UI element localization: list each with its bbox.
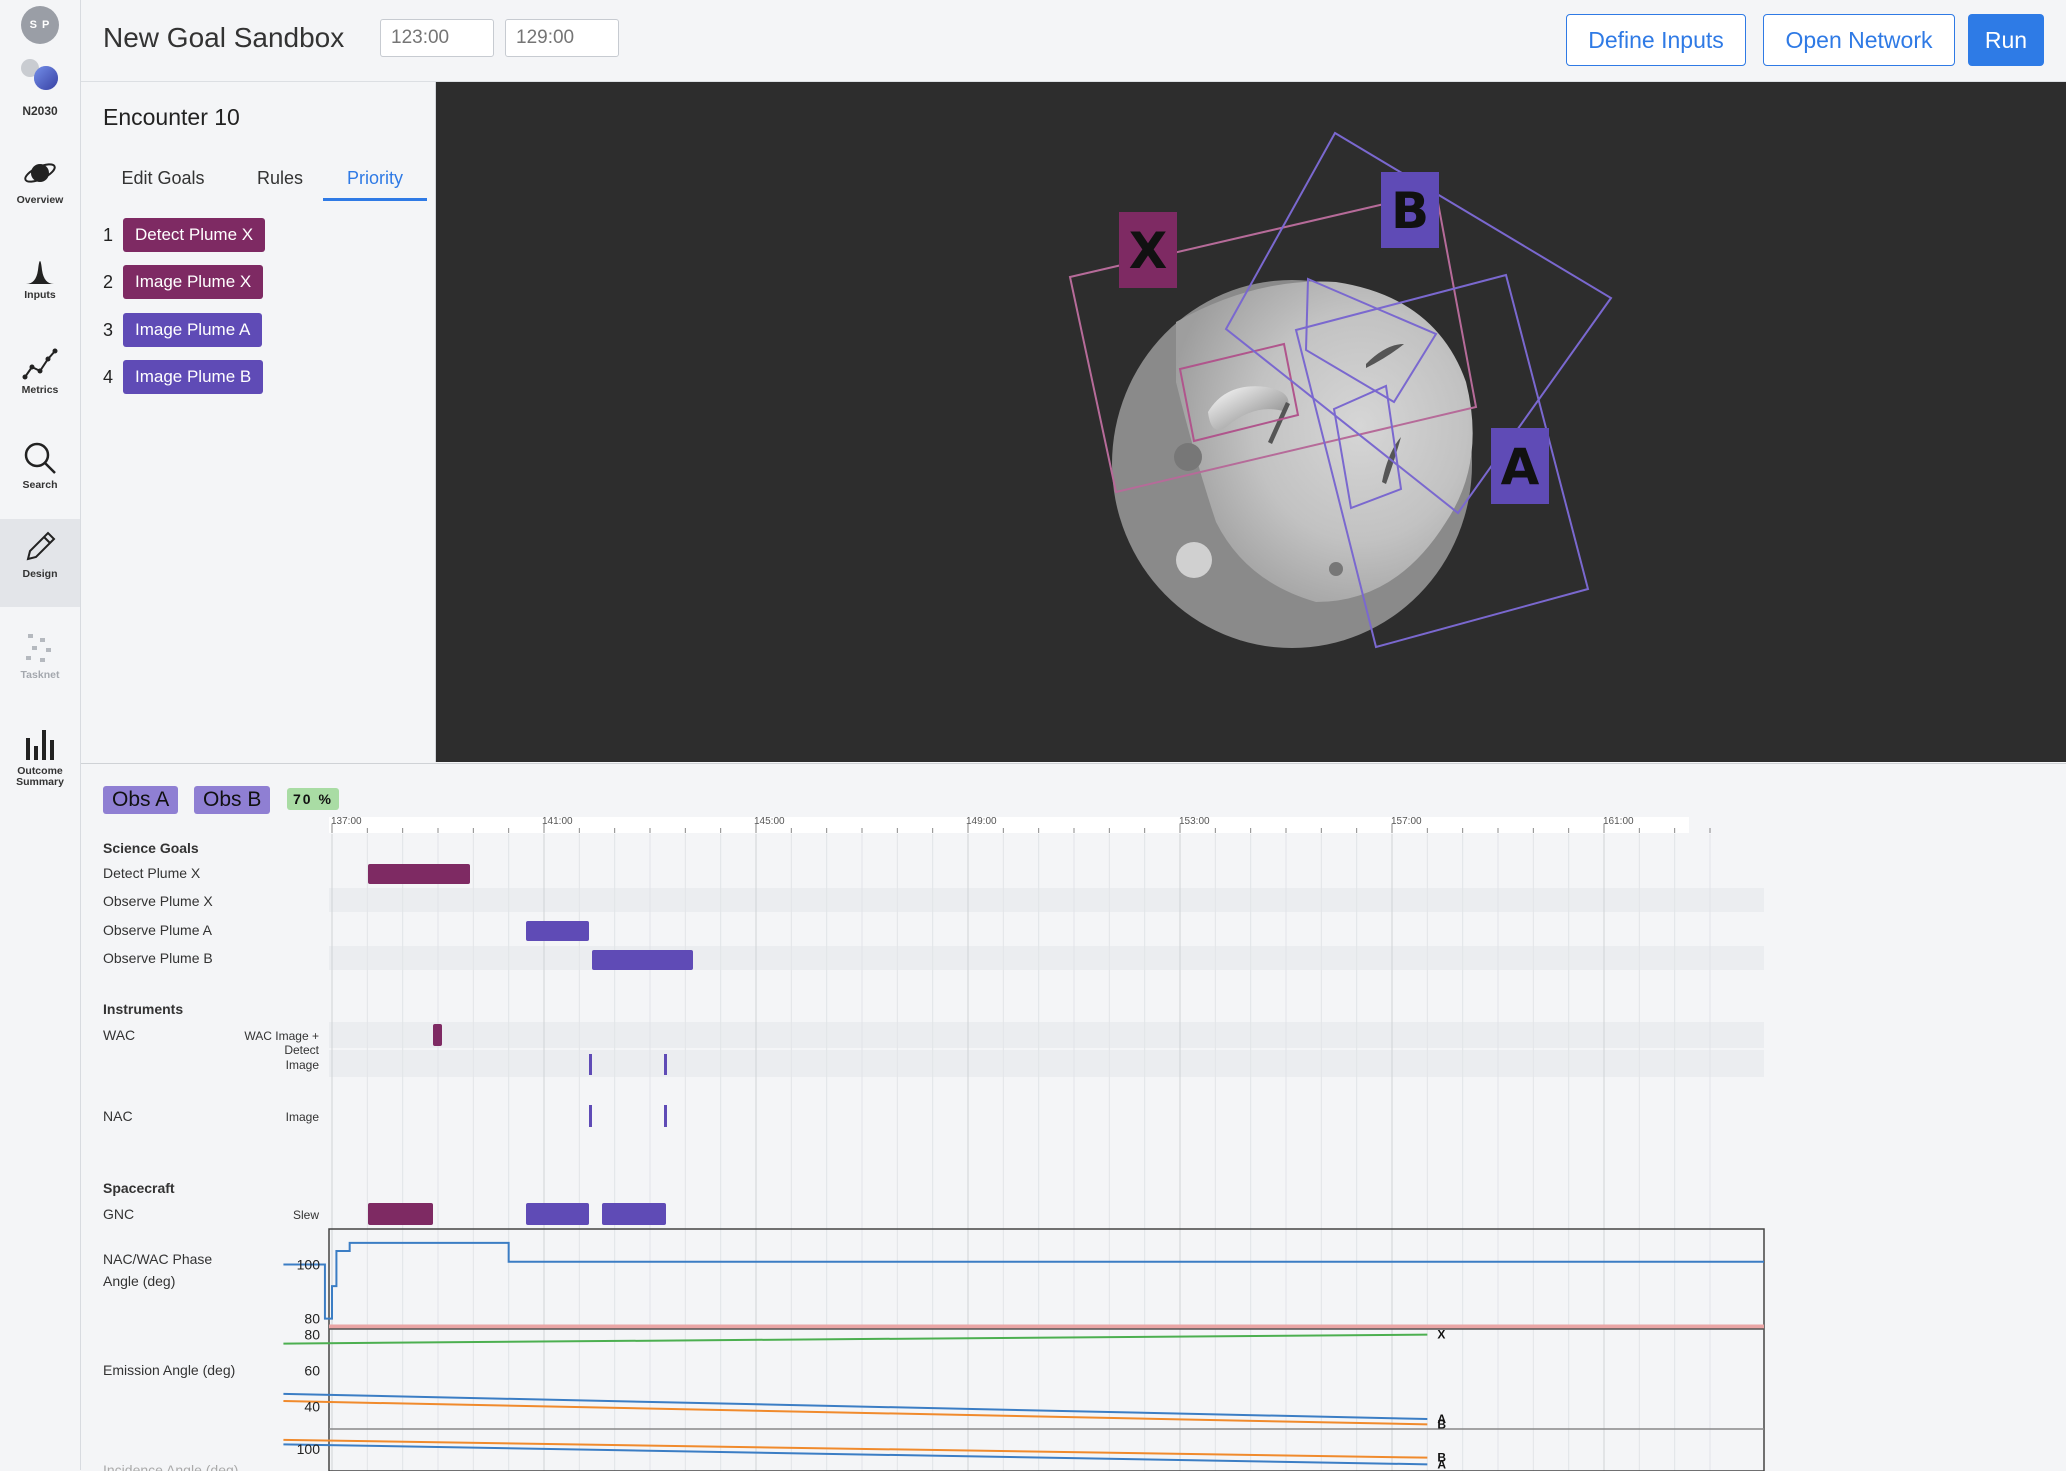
goal-pill[interactable]: Image Plume X [123, 265, 264, 299]
series-line [283, 1400, 1428, 1426]
start-time-input[interactable] [380, 19, 494, 57]
wac-detect-bar [433, 1024, 442, 1046]
lane-nac-sub-image: Image [285, 1110, 319, 1124]
top-bar: New Goal Sandbox ! Define Inputs Open Ne… [81, 0, 2066, 82]
timeline-grid: 10080806040100 XABBA [283, 824, 1765, 1471]
y-tick-label: 60 [304, 1363, 320, 1379]
distribution-icon [26, 261, 54, 284]
avatar[interactable]: S P [21, 6, 59, 44]
search-icon [24, 442, 56, 474]
series-end-label: X [1437, 1328, 1445, 1342]
goal-pill[interactable]: Detect Plume X [123, 218, 266, 252]
lane-gnc-sub-slew: Slew [292, 1208, 319, 1222]
lane-detect-plume-x: Detect Plume X [103, 865, 201, 881]
priority-number: 1 [103, 224, 114, 245]
define-inputs-button[interactable]: Define Inputs [1566, 14, 1746, 66]
nav-outcome-summary-label: Outcome Summary [16, 765, 64, 788]
y-tick-label: 40 [304, 1398, 320, 1414]
goal-bar-observe-b [592, 950, 693, 970]
nav-design-label: Design [22, 568, 58, 580]
y-tick-label: 100 [297, 1441, 321, 1457]
nav-design[interactable]: Design [0, 519, 80, 607]
nav-search-label: Search [22, 479, 58, 491]
series-end-label: A [1437, 1457, 1446, 1471]
end-time-input[interactable] [505, 19, 619, 57]
nav-outcome-summary[interactable]: Outcome Summary [0, 716, 80, 804]
nav-metrics[interactable]: Metrics [0, 335, 80, 423]
target-label-a: A [1501, 438, 1540, 496]
line-chart-icon [22, 348, 58, 380]
lane-observe-plume-b: Observe Plume B [103, 950, 213, 966]
priority-item[interactable]: 2 Image Plume X [103, 265, 264, 299]
plot-label-phase-angle: NAC/WAC Phase Angle (deg) [103, 1251, 213, 1289]
lane-observe-plume-a: Observe Plume A [103, 922, 212, 938]
goal-pill[interactable]: Image Plume B [123, 360, 264, 394]
priority-item[interactable]: 4 Image Plume B [103, 360, 264, 394]
nav-search[interactable]: Search [0, 430, 80, 518]
nav-tasknet: Tasknet [0, 620, 80, 708]
target-visualization[interactable]: X B A [436, 82, 2066, 762]
goal-bar-observe-a [526, 921, 589, 941]
gnc-slew-bar [526, 1203, 589, 1225]
section-instruments: Instruments [103, 1001, 184, 1017]
y-tick-label: 80 [304, 1327, 320, 1343]
gnc-slew-bar [602, 1203, 666, 1225]
goal-pill[interactable]: Image Plume A [123, 313, 263, 347]
goals-panel: Encounter 10 Edit Goals Rules Priority 1… [81, 82, 436, 762]
nav-tasknet-label: Tasknet [20, 669, 60, 681]
priority-number: 3 [103, 319, 114, 340]
encounter-title: Encounter 10 [103, 104, 240, 130]
section-spacecraft: Spacecraft [103, 1180, 175, 1196]
bar-chart-icon [26, 730, 54, 760]
nav-inputs-label: Inputs [24, 289, 56, 301]
priority-item[interactable]: 3 Image Plume A [103, 313, 263, 347]
series-line [283, 1392, 1428, 1421]
logo-icon [21, 59, 58, 90]
nac-image-bar [664, 1105, 667, 1127]
nav-metrics-label: Metrics [21, 384, 59, 396]
target-label-b: B [1391, 182, 1429, 240]
nav-inputs[interactable]: Inputs [0, 240, 80, 328]
lane-wac-sub-detect: WAC Image + Detect [244, 1029, 319, 1057]
lane-gnc: GNC [103, 1206, 135, 1222]
gnc-slew-bar [368, 1203, 433, 1225]
pencil-icon [26, 531, 56, 561]
left-rail: S P N2030 Overview Inputs Metrics Search… [0, 0, 81, 1470]
series-line [283, 1241, 1764, 1320]
tab-edit-goals[interactable]: Edit Goals [103, 158, 223, 198]
lane-observe-plume-x: Observe Plume X [103, 893, 213, 909]
section-science-goals: Science Goals [103, 840, 199, 856]
timeline-panel: Obs A Obs B 70 % 137:00 141:00 145:00 14… [81, 763, 2066, 1471]
planet-icon [24, 163, 56, 183]
priority-number: 2 [103, 271, 114, 292]
nav-overview-label: Overview [16, 194, 64, 206]
tab-priority[interactable]: Priority [323, 158, 427, 201]
priority-number: 4 [103, 366, 114, 387]
run-button[interactable]: Run [1968, 14, 2044, 66]
network-icon [26, 634, 51, 662]
y-tick-label: 100 [297, 1256, 321, 1272]
wac-image-bar [664, 1054, 667, 1075]
wac-image-bar [589, 1054, 592, 1075]
lane-nac: NAC [103, 1108, 133, 1124]
series-line [283, 1333, 1428, 1345]
nac-image-bar [589, 1105, 592, 1127]
y-tick-label: 80 [304, 1311, 320, 1327]
goal-bar-detect-x [368, 864, 470, 884]
target-label-x: X [1129, 222, 1168, 280]
series-end-label: B [1437, 1417, 1446, 1431]
brand-label: N2030 [22, 104, 58, 118]
lane-wac: WAC [103, 1027, 136, 1043]
page-title: New Goal Sandbox [103, 22, 345, 53]
open-network-button[interactable]: Open Network [1763, 14, 1955, 66]
nav-overview[interactable]: Overview [0, 145, 80, 233]
priority-item[interactable]: 1 Detect Plume X [103, 218, 266, 252]
plot-label-emission-angle: Emission Angle (deg) [103, 1362, 236, 1378]
lane-wac-sub-image: Image [285, 1058, 319, 1072]
tab-rules[interactable]: Rules [236, 158, 324, 198]
moon-view: X B A [1068, 131, 1613, 649]
